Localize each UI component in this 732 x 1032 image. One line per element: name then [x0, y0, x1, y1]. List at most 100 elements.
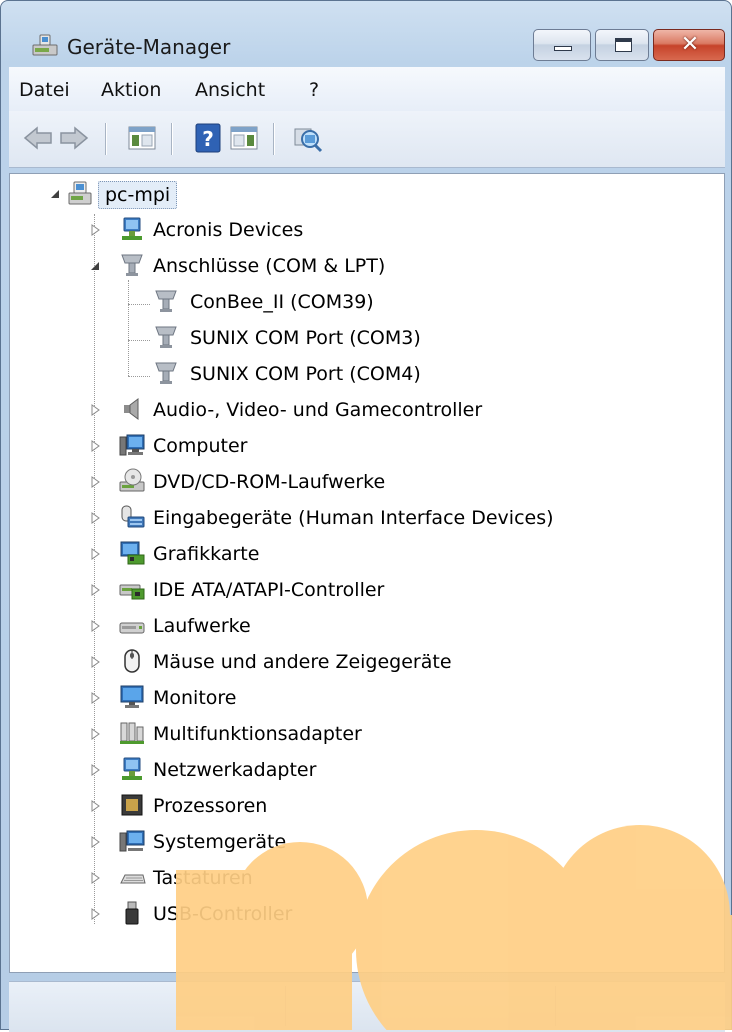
tree-category[interactable]: IDE ATA/ATAPI-Controller	[10, 574, 710, 608]
collapsed-arrow-icon[interactable]	[88, 727, 102, 741]
tree-category[interactable]: Acronis Devices	[10, 214, 710, 248]
keyboard-icon	[118, 863, 146, 891]
toolbar-separator	[105, 123, 107, 155]
tree-category-label[interactable]: Monitore	[153, 685, 237, 711]
tree-category[interactable]: Systemgeräte	[10, 826, 710, 860]
help-icon: ?	[195, 123, 221, 153]
collapsed-arrow-icon[interactable]	[88, 907, 102, 921]
tree-category[interactable]: Monitore	[10, 682, 710, 716]
tree-category-label[interactable]: USB-Controller	[153, 901, 292, 927]
tree-category[interactable]: Tastaturen	[10, 862, 710, 896]
toolbar: ?	[9, 111, 725, 168]
tree-category[interactable]: Eingabegeräte (Human Interface Devices)	[10, 502, 710, 536]
display-adapter-icon	[118, 539, 146, 567]
expanded-arrow-icon[interactable]	[48, 187, 62, 201]
tree-category-label[interactable]: Systemgeräte	[153, 829, 286, 855]
device-tree[interactable]: pc-mpi Acronis Devices Anschlüsse (COM &…	[9, 173, 725, 973]
tree-category[interactable]: Prozessoren	[10, 790, 710, 824]
help-button[interactable]: ?	[191, 121, 225, 155]
console-tree-icon	[128, 126, 156, 150]
tree-category[interactable]: Mäuse und andere Zeigegeräte	[10, 646, 710, 680]
action-pane-icon	[230, 126, 258, 150]
tree-category-label[interactable]: Tastaturen	[153, 865, 253, 891]
tree-root[interactable]: pc-mpi	[10, 178, 710, 212]
tree-category-label[interactable]: Acronis Devices	[153, 217, 303, 243]
collapsed-arrow-icon[interactable]	[88, 511, 102, 525]
scan-hardware-icon	[294, 128, 323, 153]
arrow-right-icon	[60, 126, 89, 150]
show-hide-console-tree-button[interactable]	[125, 121, 159, 155]
tree-root-label[interactable]: pc-mpi	[98, 181, 178, 209]
tree-category-label[interactable]: Anschlüsse (COM & LPT)	[153, 253, 385, 279]
dvd-drive-icon	[118, 467, 146, 495]
port-icon	[118, 251, 146, 279]
menu-aktion[interactable]: Aktion	[101, 77, 161, 103]
tree-category[interactable]: Netzwerkadapter	[10, 754, 710, 788]
window-title: Geräte-Manager	[67, 35, 231, 59]
tree-category-label[interactable]: IDE ATA/ATAPI-Controller	[153, 577, 384, 603]
expanded-arrow-icon[interactable]	[88, 259, 102, 273]
mouse-icon	[118, 647, 146, 675]
status-pane	[557, 986, 725, 1026]
scan-hardware-button[interactable]	[291, 121, 325, 155]
show-hide-action-pane-button[interactable]	[227, 121, 261, 155]
tree-category[interactable]: Multifunktionsadapter	[10, 718, 710, 752]
menu-bar: Datei Aktion Ansicht ?	[9, 67, 725, 112]
collapsed-arrow-icon[interactable]	[88, 691, 102, 705]
hid-icon	[118, 503, 146, 531]
device-manager-window: Geräte-Manager ✕ Datei Aktion Ansicht ?	[0, 0, 732, 1032]
arrow-left-icon	[23, 126, 52, 150]
collapsed-arrow-icon[interactable]	[88, 835, 102, 849]
collapsed-arrow-icon[interactable]	[88, 475, 102, 489]
tree-device[interactable]: SUNIX COM Port (COM3)	[10, 322, 710, 356]
status-pane	[287, 986, 556, 1026]
tree-category[interactable]: DVD/CD-ROM-Laufwerke	[10, 466, 710, 500]
tree-category-label[interactable]: Computer	[153, 433, 247, 459]
tree-category-label[interactable]: Mäuse und andere Zeigegeräte	[153, 649, 452, 675]
multifunction-adapter-icon	[118, 719, 146, 747]
tree-category[interactable]: Audio-, Video- und Gamecontroller	[10, 394, 710, 428]
collapsed-arrow-icon[interactable]	[88, 223, 102, 237]
menu-help[interactable]: ?	[309, 77, 319, 103]
tree-category[interactable]: Computer	[10, 430, 710, 464]
tree-category-label[interactable]: Grafikkarte	[153, 541, 259, 567]
tree-category-label[interactable]: Eingabegeräte (Human Interface Devices)	[153, 505, 554, 531]
tree-category[interactable]: USB-Controller	[10, 898, 710, 932]
minimize-icon	[554, 46, 572, 51]
tree-category[interactable]: Laufwerke	[10, 610, 710, 644]
menu-datei[interactable]: Datei	[19, 77, 70, 103]
maximize-button[interactable]	[595, 29, 649, 61]
collapsed-arrow-icon[interactable]	[88, 403, 102, 417]
disk-drive-icon	[118, 611, 146, 639]
minimize-button[interactable]	[533, 29, 591, 61]
tree-device[interactable]: ConBee_II (COM39)	[10, 286, 710, 320]
usb-icon	[118, 899, 146, 927]
collapsed-arrow-icon[interactable]	[88, 583, 102, 597]
tree-category-label[interactable]: Multifunktionsadapter	[153, 721, 362, 747]
tree-category[interactable]: Anschlüsse (COM & LPT)	[10, 250, 710, 284]
collapsed-arrow-icon[interactable]	[88, 439, 102, 453]
tree-category[interactable]: Grafikkarte	[10, 538, 710, 572]
collapsed-arrow-icon[interactable]	[88, 871, 102, 885]
tree-category-label[interactable]: Netzwerkadapter	[153, 757, 316, 783]
back-button[interactable]	[21, 121, 55, 155]
tree-device[interactable]: SUNIX COM Port (COM4)	[10, 358, 710, 392]
tree-category-label[interactable]: DVD/CD-ROM-Laufwerke	[153, 469, 385, 495]
tree-device-label[interactable]: SUNIX COM Port (COM3)	[190, 325, 421, 351]
tree-category-label[interactable]: Laufwerke	[153, 613, 251, 639]
collapsed-arrow-icon[interactable]	[88, 655, 102, 669]
menu-ansicht[interactable]: Ansicht	[195, 77, 265, 103]
collapsed-arrow-icon[interactable]	[88, 799, 102, 813]
collapsed-arrow-icon[interactable]	[88, 547, 102, 561]
collapsed-arrow-icon[interactable]	[88, 763, 102, 777]
collapsed-arrow-icon[interactable]	[88, 619, 102, 633]
close-button[interactable]: ✕	[653, 29, 725, 61]
monitor-icon	[118, 683, 146, 711]
forward-button[interactable]	[57, 121, 91, 155]
tree-device-label[interactable]: ConBee_II (COM39)	[190, 289, 374, 315]
tree-device-label[interactable]: SUNIX COM Port (COM4)	[190, 361, 421, 387]
tree-category-label[interactable]: Prozessoren	[153, 793, 267, 819]
title-bar[interactable]: Geräte-Manager ✕	[1, 1, 731, 61]
tree-category-label[interactable]: Audio-, Video- und Gamecontroller	[153, 397, 482, 423]
speaker-icon	[118, 395, 146, 423]
